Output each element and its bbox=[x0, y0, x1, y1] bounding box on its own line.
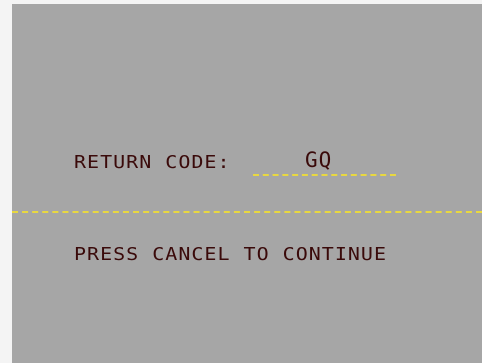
display-panel bbox=[12, 4, 482, 363]
return-code-label: RETURN CODE: bbox=[74, 151, 231, 173]
press-cancel-instruction: PRESS CANCEL TO CONTINUE bbox=[74, 243, 387, 265]
terminal-screen: RETURN CODE: GQ PRESS CANCEL TO CONTINUE bbox=[0, 0, 482, 363]
return-code-value: GQ bbox=[305, 148, 333, 172]
dashed-separator bbox=[12, 211, 482, 213]
return-code-underline bbox=[253, 174, 396, 176]
left-border bbox=[0, 0, 12, 363]
return-code-field[interactable]: GQ bbox=[253, 148, 396, 178]
